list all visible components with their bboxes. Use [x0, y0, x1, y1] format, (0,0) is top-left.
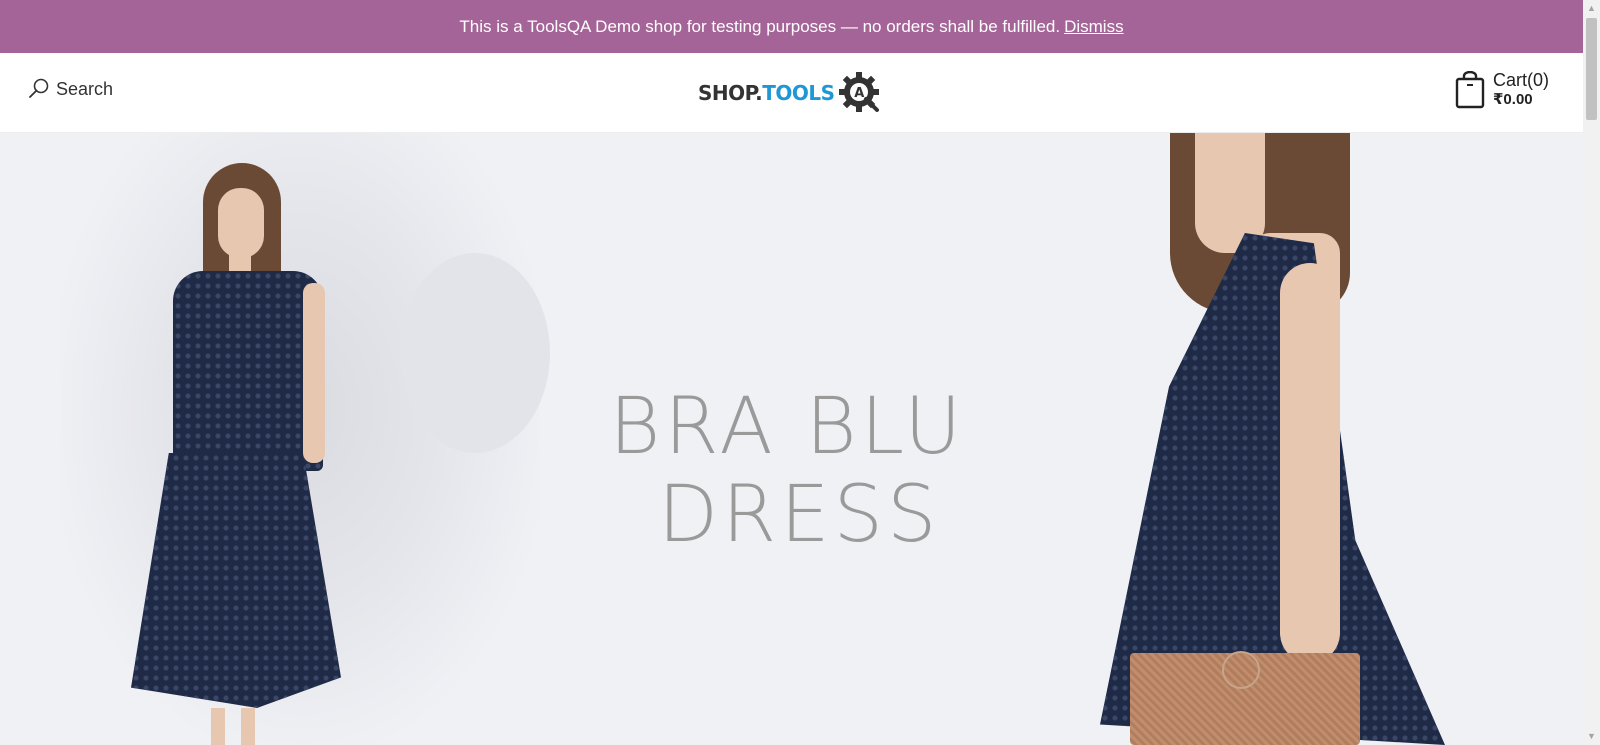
demo-notice-banner: This is a ToolsQA Demo shop for testing …	[0, 0, 1583, 53]
dismiss-link[interactable]: Dismiss	[1064, 17, 1124, 37]
notice-text: This is a ToolsQA Demo shop for testing …	[459, 16, 1061, 36]
gear-logo-icon: A	[838, 72, 879, 112]
search-label: Search	[56, 78, 114, 99]
hero-title-line-2: DRESS	[658, 470, 941, 543]
page-scrollbar[interactable]: ▲ ▼	[1583, 0, 1600, 745]
hero-title: MBRA BLU DRESS	[608, 383, 974, 543]
logo-text-shop: SHOP.	[698, 81, 763, 105]
scroll-down-arrow-icon[interactable]: ▼	[1583, 728, 1600, 745]
search-icon	[29, 78, 49, 98]
logo-text-tools: TOOLS	[762, 81, 835, 105]
logo-badge-letter: A	[854, 86, 864, 101]
shopping-bag-icon	[1455, 71, 1485, 109]
search-toggle[interactable]: Search	[28, 78, 113, 100]
cart-amount: ₹0.00	[1493, 91, 1533, 108]
scroll-up-arrow-icon[interactable]: ▲	[1583, 0, 1600, 17]
right-model-image	[1100, 133, 1460, 745]
site-header: Search SHOP. TOOLS A Cart(0) ₹0.00	[0, 53, 1583, 133]
hero-banner[interactable]: MBRA BLU DRESS	[0, 133, 1583, 745]
site-logo[interactable]: SHOP. TOOLS A	[698, 70, 883, 116]
cart-button[interactable]: Cart(0) ₹0.00	[1455, 71, 1549, 109]
scrollbar-thumb[interactable]	[1586, 18, 1597, 120]
cart-count: Cart(0)	[1493, 70, 1550, 90]
hero-title-line-1: MBRA BLU	[608, 383, 966, 472]
left-model-image	[125, 163, 355, 745]
